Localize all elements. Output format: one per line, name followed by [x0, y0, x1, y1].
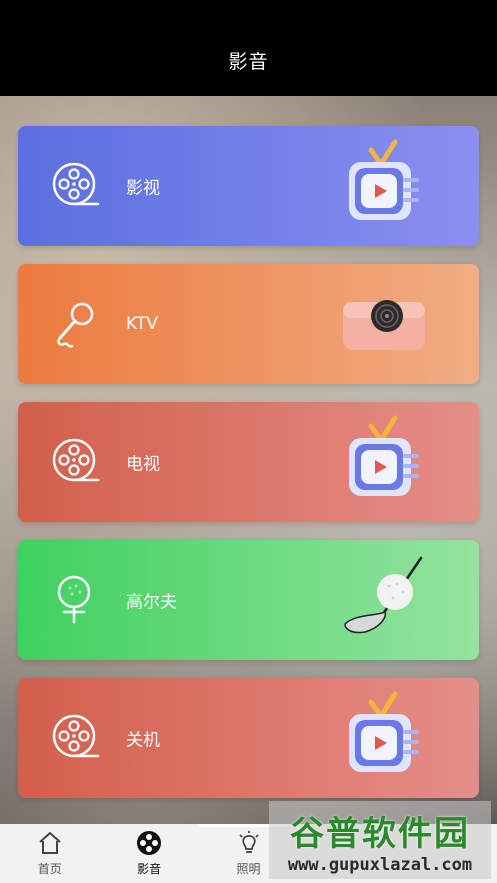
- card-label: 影视: [126, 178, 160, 199]
- film-reel-icon: [52, 162, 100, 206]
- golf-ball-icon: [57, 575, 91, 624]
- home-icon: [39, 832, 61, 854]
- card-label: 电视: [126, 454, 160, 475]
- tab-label: 首页: [37, 862, 62, 876]
- page-title: 影音: [228, 50, 269, 73]
- card-ktv[interactable]: KTV: [18, 264, 479, 384]
- media-reel-icon: [137, 831, 162, 855]
- film-reel-icon: [52, 714, 100, 758]
- tab-label: 影音: [137, 862, 162, 876]
- tab-label: 照明: [236, 862, 261, 876]
- lightbulb-icon: [238, 831, 259, 853]
- microphone-icon: [57, 302, 94, 348]
- tv-illustration: [349, 691, 419, 772]
- watermark-title: 谷普软件园: [290, 813, 470, 854]
- card-golf[interactable]: 高尔夫: [18, 540, 479, 660]
- tab-media[interactable]: 影音: [99, 824, 198, 883]
- speaker-illustration: [343, 300, 425, 350]
- card-label: KTV: [126, 314, 158, 334]
- top-bar: 影音: [0, 0, 497, 96]
- card-tv[interactable]: 电视: [18, 402, 479, 522]
- watermark-url: www.gupuxlazal.com: [287, 854, 473, 875]
- tab-home[interactable]: 首页: [0, 824, 99, 883]
- golf-club-illustration: [344, 556, 423, 634]
- watermark: 谷普软件园 www.gupuxlazal.com: [269, 801, 491, 879]
- card-label: 高尔夫: [126, 592, 177, 613]
- film-reel-icon: [52, 438, 100, 482]
- card-movies[interactable]: 影视: [18, 126, 479, 246]
- card-power-off[interactable]: 关机: [18, 678, 479, 798]
- tv-illustration: [349, 139, 419, 220]
- tv-illustration: [349, 415, 419, 496]
- card-label: 关机: [126, 730, 160, 751]
